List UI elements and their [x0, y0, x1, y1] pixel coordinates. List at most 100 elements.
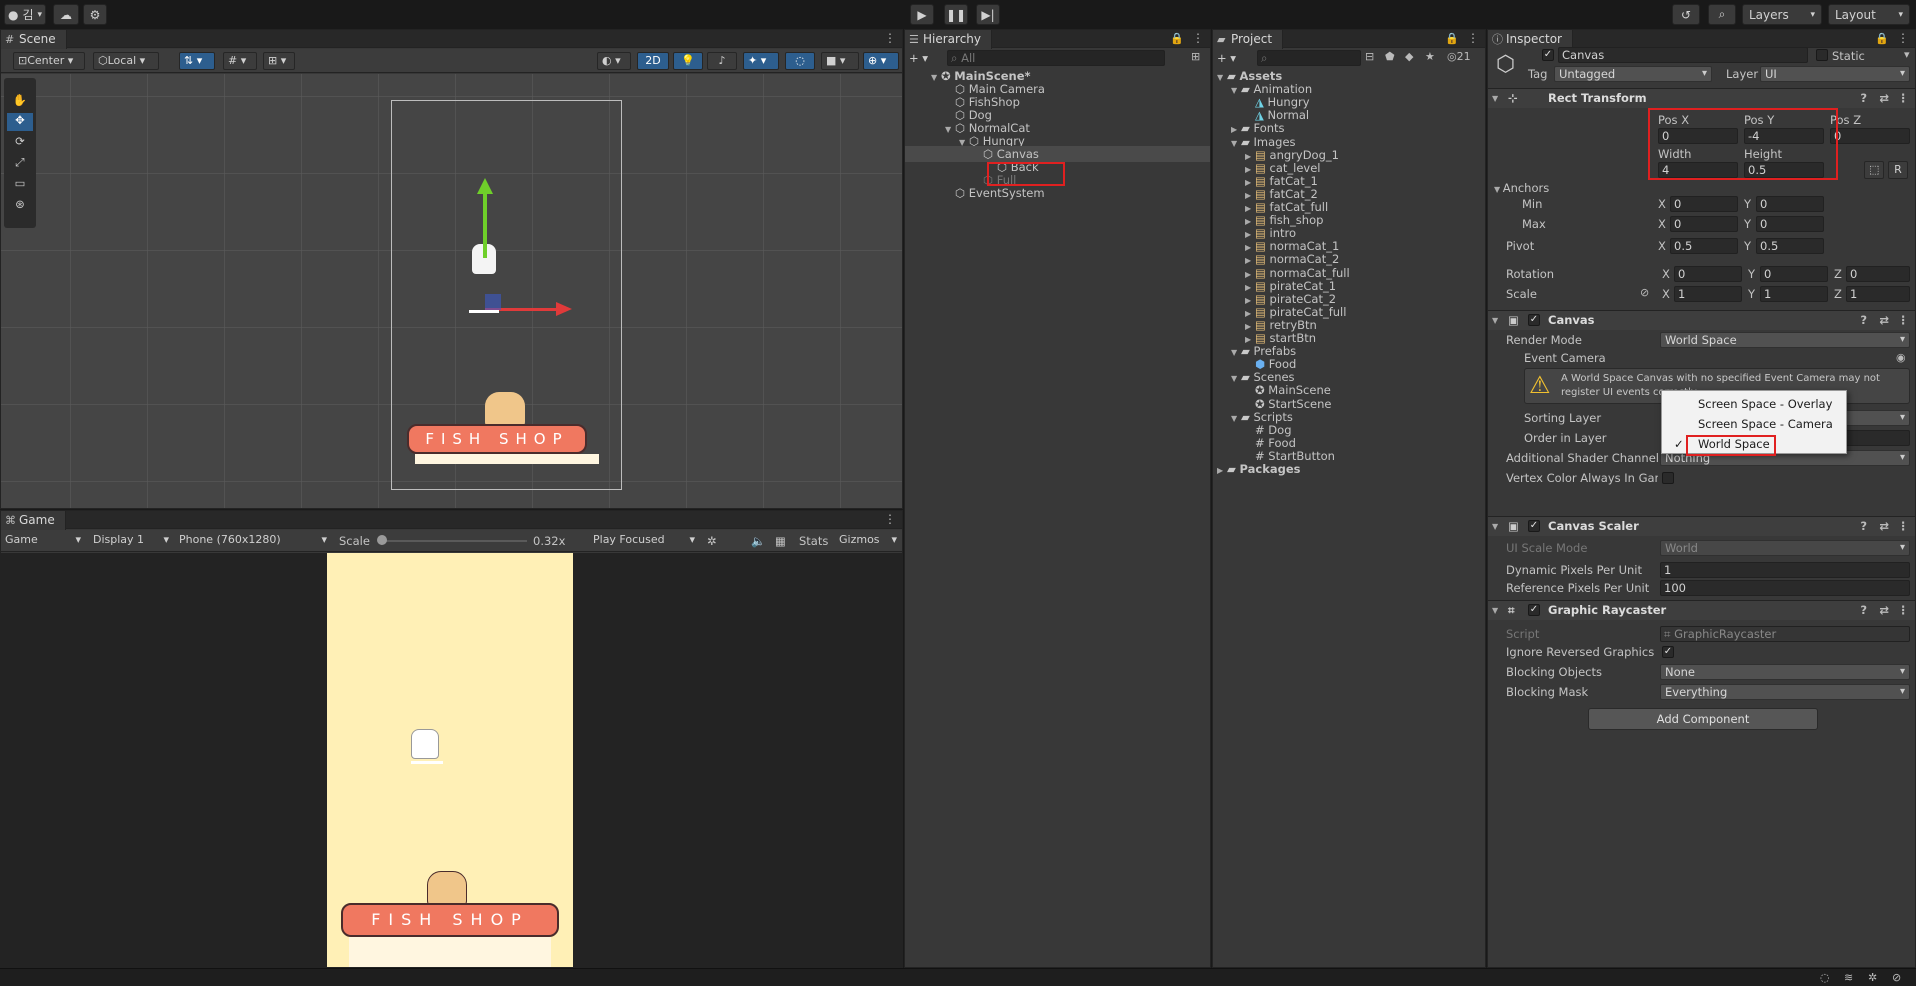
project-search-input[interactable]: ⌕ — [1257, 50, 1361, 66]
layout-dropdown[interactable]: Layout ▾ — [1828, 4, 1910, 25]
shading-mode-dropdown[interactable]: ◐ ▾ — [597, 52, 631, 70]
step-button[interactable]: ▶| — [976, 4, 1000, 25]
hierarchy-item[interactable]: ⬡ EventSystem — [905, 185, 1210, 201]
chevron-down-icon[interactable]: ▾ — [1904, 48, 1910, 61]
vertex-color-checkbox[interactable] — [1662, 472, 1674, 484]
rotation-x-field[interactable]: 0 — [1674, 266, 1742, 282]
scaler-enabled-checkbox[interactable]: ✓ — [1528, 520, 1540, 532]
add-component-button[interactable]: Add Component — [1588, 708, 1818, 730]
increment-snap-button[interactable]: ⊞ ▾ — [263, 52, 295, 70]
blocking-objects-dropdown[interactable]: None — [1660, 664, 1910, 680]
eye-slash-icon[interactable]: ◌ — [1820, 971, 1830, 984]
menu-item-camera[interactable]: Screen Space - Camera — [1662, 415, 1848, 433]
create-dropdown[interactable]: + ▾ — [909, 51, 933, 65]
space-mode-dropdown[interactable]: ⬡Local ▾ — [93, 52, 159, 70]
render-mode-dropdown[interactable]: World Space — [1660, 332, 1910, 348]
snap-toggle[interactable]: ⇅ ▾ — [179, 52, 215, 70]
rotate-tool-icon[interactable]: ⟳ — [7, 134, 33, 152]
bug-icon[interactable]: ✲ — [707, 533, 717, 549]
help-icon[interactable]: ? — [1860, 311, 1867, 330]
visibility-toggle[interactable]: ◌ — [785, 52, 815, 70]
menu-item-overlay[interactable]: Screen Space - Overlay — [1662, 395, 1848, 413]
pivot-y-field[interactable]: 0.5 — [1756, 238, 1824, 254]
canvas-header[interactable]: ▼ ▣ ✓ Canvas ? ⇄ ⋮ — [1488, 310, 1915, 330]
search-filter-icon[interactable]: ⊞ — [1191, 50, 1200, 63]
create-asset-dropdown[interactable]: + ▾ — [1217, 51, 1241, 65]
kebab-menu-icon[interactable]: ⋮ — [1192, 31, 1204, 45]
preset-icon[interactable]: ⇄ — [1879, 311, 1889, 330]
kebab-menu-icon[interactable]: ⋮ — [1897, 31, 1909, 45]
tab-game[interactable]: ⌘ Game — [1, 511, 66, 530]
effects-dropdown[interactable]: ✦ ▾ — [743, 52, 779, 70]
pause-button[interactable]: ❚❚ — [944, 4, 968, 25]
tag-dropdown[interactable]: Untagged — [1554, 66, 1712, 82]
gizmos-dropdown[interactable]: Gizmos ▾ — [835, 532, 901, 550]
move-tool-icon[interactable]: ✥ — [7, 113, 33, 131]
gizmos-dropdown[interactable]: ⊕ ▾ — [863, 52, 899, 70]
help-icon[interactable]: ? — [1860, 89, 1867, 108]
bake-icon[interactable]: ⊘ — [1892, 971, 1901, 984]
lock-icon[interactable]: 🔒 — [1875, 32, 1889, 45]
reference-pixels-field[interactable]: 100 — [1660, 580, 1910, 596]
anchor-min-y-field[interactable]: 0 — [1756, 196, 1824, 212]
tag-icon[interactable]: ◆ — [1405, 50, 1413, 63]
layers-dropdown[interactable]: Layers ▾ — [1742, 4, 1822, 25]
kebab-menu-icon[interactable]: ⋮ — [1898, 311, 1910, 330]
preset-icon[interactable]: ⇄ — [1879, 601, 1889, 620]
dynamic-pixels-field[interactable]: 1 — [1660, 562, 1910, 578]
help-icon[interactable]: ? — [1860, 601, 1867, 620]
hand-tool-icon[interactable]: ✋ — [7, 93, 33, 111]
preset-icon[interactable]: ⇄ — [1879, 89, 1889, 108]
kebab-menu-icon[interactable]: ⋮ — [1898, 601, 1910, 620]
game-viewport[interactable]: FISH SHOP — [1, 553, 902, 967]
kebab-menu-icon[interactable]: ⋮ — [1898, 89, 1910, 108]
pivot-mode-dropdown[interactable]: ⊡Center ▾ — [13, 52, 85, 70]
play-button[interactable]: ▶ — [910, 4, 934, 25]
grid-snap-dropdown[interactable]: # ▾ — [223, 52, 257, 70]
2d-toggle[interactable]: 2D — [637, 52, 669, 70]
pivot-x-field[interactable]: 0.5 — [1670, 238, 1738, 254]
scene-viewport[interactable]: ✋ ✥ ⟳ ⤢ ▭ ⊛ FISH SHOP — [1, 74, 902, 508]
scale-z-field[interactable]: 1 — [1846, 286, 1910, 302]
kebab-menu-icon[interactable]: ⋮ — [1898, 517, 1910, 536]
ignore-reversed-checkbox[interactable]: ✓ — [1662, 646, 1674, 658]
canvas-enabled-checkbox[interactable]: ✓ — [1528, 314, 1540, 326]
tab-hierarchy[interactable]: ☰ Hierarchy — [905, 30, 993, 49]
history-button[interactable]: ↺ — [1672, 4, 1700, 25]
eye-slash-icon[interactable]: ◎21 — [1447, 50, 1471, 63]
play-mode-dropdown[interactable]: Play Focused ▾ — [589, 532, 699, 550]
resolution-dropdown[interactable]: Phone (760x1280) ▾ — [175, 532, 331, 550]
kebab-menu-icon[interactable]: ⋮ — [1467, 31, 1479, 45]
collab-button[interactable]: ⚙ — [83, 4, 107, 25]
raycaster-enabled-checkbox[interactable]: ✓ — [1528, 604, 1540, 616]
help-icon[interactable]: ? — [1860, 517, 1867, 536]
camera-dropdown[interactable]: ■ ▾ — [821, 52, 859, 70]
lighting-toggle[interactable]: 💡 — [673, 52, 703, 70]
kebab-menu-icon[interactable]: ⋮ — [884, 512, 896, 526]
object-name-field[interactable]: Canvas — [1558, 47, 1808, 63]
search-button[interactable]: ⌕ — [1708, 4, 1736, 25]
scale-slider[interactable] — [379, 540, 527, 542]
kebab-menu-icon[interactable]: ⋮ — [884, 31, 896, 45]
link-icon[interactable]: ⊘ — [1640, 286, 1649, 299]
debug-icon[interactable]: ✲ — [1868, 971, 1877, 984]
expand-arrow-icon[interactable]: ▶ — [1217, 463, 1227, 479]
tab-scene[interactable]: # Scene — [1, 30, 67, 49]
layer-dropdown[interactable]: UI — [1760, 66, 1910, 82]
raw-edit-button[interactable]: R — [1888, 161, 1908, 179]
active-checkbox[interactable]: ✓ — [1542, 49, 1554, 61]
scale-tool-icon[interactable]: ⤢ — [7, 155, 33, 173]
rect-transform-header[interactable]: ▼ ⊹ Rect Transform ? ⇄ ⋮ — [1488, 88, 1915, 108]
display-dropdown[interactable]: Display 1 ▾ — [89, 532, 173, 550]
grid-icon[interactable]: ▦ — [775, 533, 786, 549]
rect-tool-icon[interactable]: ▭ — [7, 176, 33, 194]
anchor-max-x-field[interactable]: 0 — [1670, 216, 1738, 232]
search-by-label-icon[interactable]: ⬟ — [1385, 50, 1395, 63]
move-gizmo-plane[interactable] — [485, 294, 501, 310]
blueprint-mode-button[interactable]: ⬚ — [1864, 161, 1884, 179]
lock-icon[interactable]: 🔒 — [1170, 32, 1184, 45]
anchor-min-x-field[interactable]: 0 — [1670, 196, 1738, 212]
canvas-scaler-header[interactable]: ▼ ▣ ✓ Canvas Scaler ? ⇄ ⋮ — [1488, 516, 1915, 536]
stack-icon[interactable]: ≋ — [1844, 971, 1853, 984]
scale-x-field[interactable]: 1 — [1674, 286, 1742, 302]
